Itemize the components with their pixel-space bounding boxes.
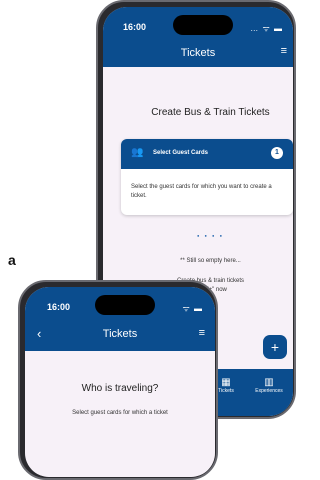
select-guest-cards-card[interactable]: 👥 Select Guest Cards 1 Select the guest … [121,139,293,215]
card-body: Select the guest cards for which you wan… [131,184,272,199]
front-phone-screen: 16:00 ᯤ ▬ ‹ Tickets ≡ Who is traveling? … [25,287,215,477]
step-badge: 1 [271,147,283,159]
card-header: 👥 Select Guest Cards 1 [121,139,293,169]
front-phone: 16:00 ᯤ ▬ ‹ Tickets ≡ Who is traveling? … [18,280,218,480]
add-person-icon: 👥 [131,147,144,158]
menu-icon[interactable]: ≡ [199,327,205,339]
section-heading: Create Bus & Train Tickets [151,107,270,118]
status-icons: … ᯤ ▬ [250,24,283,33]
dynamic-island [173,15,233,35]
page-title: Tickets [180,47,216,59]
empty-state-text: ** Still so empty here... [180,258,241,264]
nav-item-experiences[interactable]: ▥ Experiences [247,377,291,394]
card-title: Select Guest Cards [153,150,209,156]
status-time: 16:00 [47,302,71,312]
app-bar: ‹ Tickets ≡ [25,317,215,351]
instructions-text: Select guest cards for which a ticket [72,410,168,416]
page-title: Tickets [102,328,138,340]
who-is-traveling-heading: Who is traveling? [81,383,159,394]
status-icons: ᯤ ▬ [182,304,203,313]
status-bar: 16:00 ᯤ ▬ [25,287,215,317]
add-ticket-button[interactable]: + [263,335,287,359]
app-bar: Tickets ≡ [103,37,293,67]
overlay-label: a [8,252,16,268]
status-bar: 16:00 … ᯤ ▬ [103,7,293,37]
page-indicator[interactable]: ● ● ● ● [103,233,293,238]
nav-label-experiences: Experiences [255,388,283,394]
experiences-icon: ▥ [264,377,274,388]
dynamic-island [95,295,155,315]
menu-icon[interactable]: ≡ [281,45,287,57]
status-time: 16:00 [123,22,147,32]
